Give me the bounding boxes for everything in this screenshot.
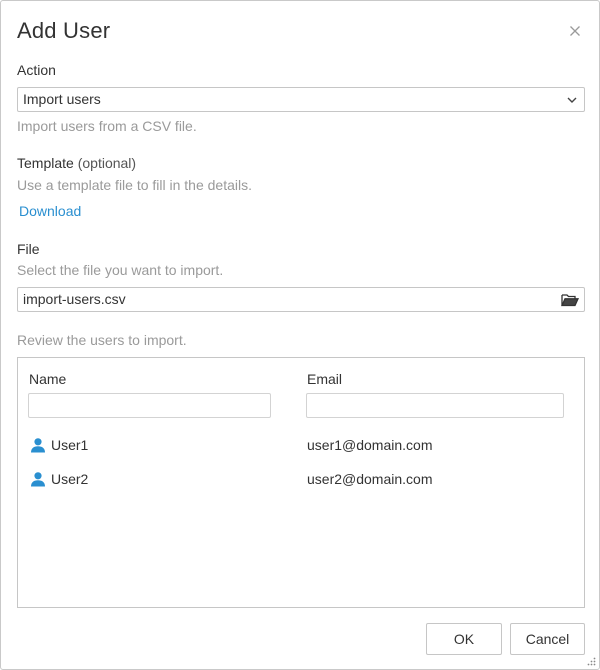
file-input-value: import-users.csv bbox=[23, 291, 126, 307]
column-header-name[interactable]: Name bbox=[29, 371, 66, 387]
download-link[interactable]: Download bbox=[19, 203, 81, 219]
add-user-dialog: Add User Action Import users Import user… bbox=[0, 0, 600, 670]
user-email: user1@domain.com bbox=[307, 437, 433, 453]
email-filter-input[interactable] bbox=[306, 393, 564, 418]
table-row[interactable]: User1 user1@domain.com bbox=[18, 431, 584, 461]
users-grid: Name Email User1 user1@domain.com User2 … bbox=[17, 357, 585, 608]
ok-button[interactable]: OK bbox=[426, 623, 502, 655]
table-row[interactable]: User2 user2@domain.com bbox=[18, 465, 584, 495]
template-label: Template (optional) bbox=[17, 155, 136, 171]
template-hint: Use a template file to fill in the detai… bbox=[17, 177, 253, 193]
action-hint: Import users from a CSV file. bbox=[17, 118, 197, 134]
dialog-title: Add User bbox=[17, 18, 111, 43]
column-header-email[interactable]: Email bbox=[307, 371, 342, 387]
user-name: User1 bbox=[51, 437, 89, 453]
file-input[interactable]: import-users.csv bbox=[17, 287, 585, 312]
template-optional-text: (optional) bbox=[77, 155, 137, 171]
chevron-down-icon bbox=[567, 97, 577, 103]
close-icon[interactable] bbox=[567, 23, 583, 39]
file-label: File bbox=[17, 241, 40, 257]
resize-grip-icon[interactable] bbox=[586, 656, 596, 666]
name-filter-input[interactable] bbox=[28, 393, 271, 418]
user-name: User2 bbox=[51, 471, 89, 487]
action-label: Action bbox=[17, 62, 56, 78]
review-hint: Review the users to import. bbox=[17, 332, 187, 348]
file-hint: Select the file you want to import. bbox=[17, 262, 224, 278]
action-select-value: Import users bbox=[23, 91, 101, 107]
cancel-button[interactable]: Cancel bbox=[510, 623, 585, 655]
user-icon bbox=[31, 438, 45, 453]
user-email: user2@domain.com bbox=[307, 471, 433, 487]
template-label-text: Template bbox=[17, 155, 74, 171]
folder-open-icon[interactable] bbox=[561, 292, 579, 308]
action-select[interactable]: Import users bbox=[17, 87, 585, 112]
user-icon bbox=[31, 472, 45, 487]
